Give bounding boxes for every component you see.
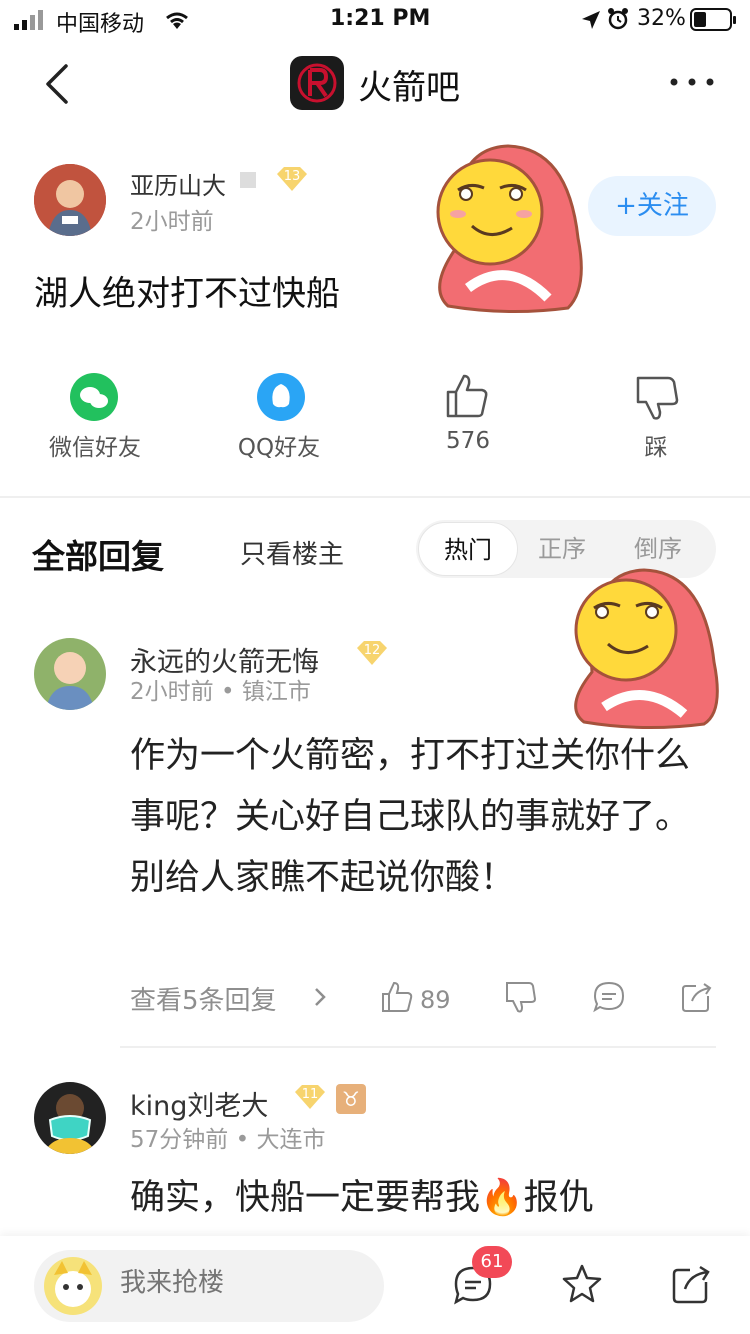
share-qq[interactable]: QQ好友	[224, 372, 334, 462]
thumbs-up-icon	[446, 374, 488, 418]
comment-count-badge: 61	[472, 1246, 512, 1278]
section-divider	[0, 496, 750, 498]
view-replies-link[interactable]: 查看5条回复	[130, 980, 277, 1017]
post-content: 湖人绝对打不过快船	[34, 274, 340, 314]
status-bar: 中国移动 1:21 PM 32%	[0, 0, 750, 40]
comment-icon[interactable]	[592, 980, 626, 1014]
tab-op-only[interactable]: 只看楼主	[240, 534, 344, 571]
location-arrow-icon	[582, 11, 600, 29]
thumbs-down-icon	[636, 376, 679, 420]
tab-all-replies[interactable]: 全部回复	[32, 530, 164, 578]
forum-title: 火箭吧	[358, 68, 460, 108]
zodiac-badge: ♉	[336, 1084, 366, 1114]
reply-like-count: 89	[420, 986, 451, 1014]
like-button[interactable]: 576	[418, 372, 518, 462]
star-icon[interactable]	[560, 1262, 604, 1306]
level-badge: 12	[354, 640, 390, 666]
reply-time-location: 57分钟前 • 大连市	[130, 1127, 326, 1153]
share-icon[interactable]	[680, 980, 714, 1014]
qq-icon	[257, 373, 305, 421]
signal-icon	[14, 10, 43, 30]
battery-percent: 32%	[637, 6, 686, 31]
chevron-right-icon	[315, 988, 326, 1006]
battery-icon	[690, 8, 736, 31]
rockets-logo-icon	[290, 56, 344, 110]
thumbs-up-icon[interactable]	[380, 980, 414, 1014]
share-wechat[interactable]: 微信好友	[40, 372, 150, 462]
level-badge: 13	[274, 166, 310, 192]
wifi-icon	[166, 12, 188, 29]
share-qq-label: QQ好友	[237, 435, 321, 461]
reply-content: 作为一个火箭密，打不打过关你什么事呢？关心好自己球队的事就好了。别给人家瞧不起说…	[130, 736, 691, 898]
reply-divider	[120, 1046, 716, 1048]
blanket-emoji-sticker	[574, 568, 719, 730]
post-time: 2小时前	[130, 209, 214, 235]
reply-input[interactable]	[120, 1268, 360, 1298]
wechat-icon	[70, 373, 118, 421]
level-badge: 11	[292, 1084, 328, 1110]
like-count: 576	[446, 428, 490, 454]
thumbs-down-icon[interactable]	[504, 980, 538, 1014]
share-wechat-label: 微信好友	[49, 435, 141, 461]
reply-time-location: 2小时前 • 镇江市	[130, 679, 311, 705]
reply-avatar[interactable]	[34, 638, 106, 710]
clock-time: 1:21 PM	[330, 6, 431, 31]
follow-button[interactable]: +关注	[588, 176, 716, 236]
carrier-name: 中国移动	[56, 12, 145, 37]
reply-content: 确实，快船一定要帮我🔥报仇	[130, 1178, 594, 1218]
gender-badge	[240, 172, 256, 188]
dislike-button[interactable]: 踩	[606, 372, 706, 462]
dislike-label: 踩	[644, 435, 668, 461]
reply-author[interactable]: king刘老大	[130, 1084, 268, 1123]
reply-input-box[interactable]	[34, 1250, 384, 1322]
sort-hot[interactable]: 热门	[418, 522, 518, 576]
more-dots-icon[interactable]	[668, 70, 716, 94]
alarm-icon	[608, 8, 628, 30]
author-avatar[interactable]	[34, 164, 106, 236]
chevron-left-icon[interactable]	[40, 60, 80, 108]
blanket-emoji-sticker	[436, 144, 583, 314]
author-name[interactable]: 亚历山大	[130, 166, 226, 201]
user-avatar	[44, 1257, 102, 1315]
reply-avatar[interactable]	[34, 1082, 106, 1154]
share-icon[interactable]	[670, 1262, 714, 1306]
